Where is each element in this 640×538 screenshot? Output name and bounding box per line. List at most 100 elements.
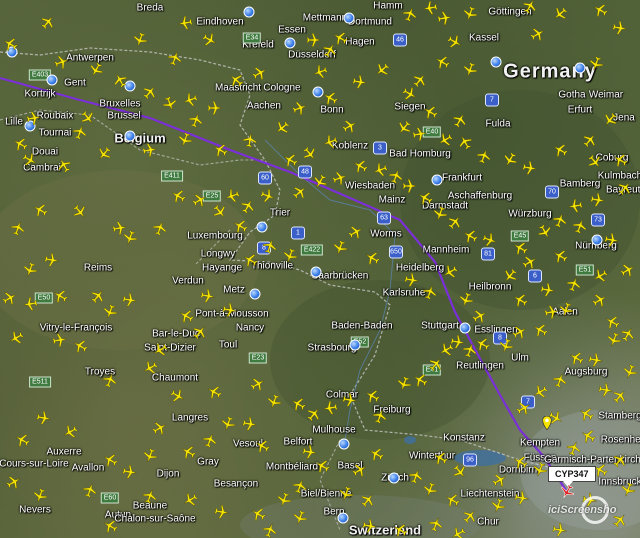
aircraft-icon[interactable] [266, 394, 282, 410]
aircraft-icon[interactable] [530, 26, 546, 42]
aircraft-icon[interactable] [228, 72, 244, 88]
airport-marker[interactable] [46, 74, 58, 86]
aircraft-icon[interactable] [232, 218, 248, 234]
aircraft-icon[interactable] [516, 400, 532, 416]
aircraft-icon[interactable] [302, 146, 318, 162]
aircraft-icon[interactable] [372, 162, 388, 178]
aircraft-icon[interactable] [604, 314, 620, 330]
aircraft-icon[interactable] [88, 62, 104, 78]
aircraft-icon[interactable] [142, 84, 158, 100]
aircraft-icon[interactable] [12, 136, 28, 152]
airport-marker[interactable] [310, 266, 322, 278]
airport-marker[interactable] [431, 174, 443, 186]
aircraft-icon[interactable] [207, 100, 223, 116]
aircraft-icon[interactable] [44, 252, 60, 268]
aircraft-icon[interactable] [522, 160, 538, 176]
aircraft-icon[interactable] [352, 74, 368, 90]
aircraft-icon[interactable] [437, 10, 453, 26]
aircraft-icon[interactable] [592, 292, 608, 308]
aircraft-icon[interactable] [620, 326, 636, 342]
airport-marker[interactable] [349, 339, 361, 351]
aircraft-icon[interactable] [276, 492, 292, 508]
flight-tracker-map[interactable]: Germany Belgium Switzerland Breda Eindho… [0, 0, 640, 538]
aircraft-icon[interactable] [352, 158, 368, 174]
aircraft-icon[interactable] [282, 248, 298, 264]
aircraft-icon[interactable] [242, 132, 258, 148]
airport-marker[interactable] [338, 438, 350, 450]
aircraft-icon[interactable] [182, 92, 198, 108]
aircraft-icon[interactable] [522, 0, 538, 14]
aircraft-icon[interactable] [192, 192, 208, 208]
aircraft-icon[interactable] [502, 268, 518, 284]
airport-marker[interactable] [343, 12, 355, 24]
aircraft-icon[interactable] [177, 132, 193, 148]
aircraft-icon[interactable] [177, 15, 193, 31]
aircraft-icon[interactable] [102, 304, 118, 320]
aircraft-icon[interactable] [332, 30, 348, 46]
aircraft-icon[interactable] [417, 190, 433, 206]
aircraft-icon[interactable] [622, 364, 638, 380]
aircraft-icon[interactable] [242, 252, 258, 268]
aircraft-icon[interactable] [14, 432, 30, 448]
aircraft-icon[interactable] [224, 188, 240, 204]
aircraft-icon[interactable] [6, 474, 22, 490]
aircraft-icon[interactable] [132, 32, 148, 48]
aircraft-icon[interactable] [514, 490, 530, 506]
aircraft-icon[interactable] [572, 218, 588, 234]
aircraft-icon[interactable] [372, 408, 388, 424]
aircraft-icon[interactable] [222, 302, 238, 318]
aircraft-icon[interactable] [214, 504, 230, 520]
flight-callout[interactable]: CYP347 [548, 466, 596, 487]
airport-marker[interactable] [490, 56, 502, 68]
aircraft-icon[interactable] [540, 282, 556, 298]
aircraft-icon[interactable] [2, 290, 18, 306]
aircraft-icon[interactable] [428, 516, 444, 532]
aircraft-icon[interactable] [22, 152, 38, 168]
aircraft-icon[interactable] [404, 272, 420, 288]
aircraft-icon[interactable] [458, 292, 474, 308]
aircraft-icon[interactable] [552, 522, 568, 538]
airport-marker[interactable] [249, 288, 261, 300]
aircraft-icon[interactable] [112, 72, 128, 88]
aircraft-icon[interactable] [56, 157, 72, 173]
airport-marker[interactable] [574, 62, 586, 74]
aircraft-icon[interactable] [457, 134, 473, 150]
aircraft-icon[interactable] [432, 450, 448, 466]
aircraft-icon[interactable] [362, 518, 378, 534]
aircraft-icon[interactable] [532, 462, 548, 478]
aircraft-icon[interactable] [112, 220, 128, 236]
aircraft-icon[interactable] [200, 288, 216, 304]
aircraft-icon[interactable] [102, 518, 118, 534]
aircraft-icon[interactable] [402, 6, 418, 22]
aircraft-icon[interactable] [274, 120, 290, 136]
aircraft-icon[interactable] [422, 0, 438, 16]
aircraft-icon[interactable] [22, 262, 38, 278]
aircraft-icon[interactable] [580, 428, 596, 444]
aircraft-icon[interactable] [412, 126, 428, 142]
aircraft-icon[interactable] [462, 228, 478, 244]
aircraft-icon[interactable] [368, 446, 384, 462]
aircraft-icon[interactable] [374, 62, 390, 78]
aircraft-icon[interactable] [364, 250, 380, 266]
airport-marker[interactable] [243, 6, 255, 18]
aircraft-icon[interactable] [32, 202, 48, 218]
aircraft-icon[interactable] [360, 492, 376, 508]
aircraft-icon[interactable] [142, 142, 158, 158]
aircraft-icon[interactable] [352, 462, 368, 478]
aircraft-icon[interactable] [402, 86, 418, 102]
aircraft-icon[interactable] [40, 14, 56, 30]
aircraft-icon[interactable] [254, 438, 270, 454]
aircraft-icon[interactable] [422, 104, 438, 120]
aircraft-icon[interactable] [54, 54, 70, 70]
aircraft-icon[interactable] [434, 54, 450, 70]
aircraft-icon[interactable] [606, 332, 622, 348]
aircraft-icon[interactable] [552, 6, 568, 22]
aircraft-icon[interactable] [592, 2, 608, 18]
aircraft-icon[interactable] [202, 432, 218, 448]
aircraft-icon[interactable] [590, 192, 606, 208]
aircraft-icon[interactable] [162, 96, 178, 112]
aircraft-icon[interactable] [578, 406, 594, 422]
aircraft-icon[interactable] [290, 396, 306, 412]
aircraft-icon[interactable] [522, 254, 538, 270]
aircraft-icon[interactable] [36, 410, 52, 426]
